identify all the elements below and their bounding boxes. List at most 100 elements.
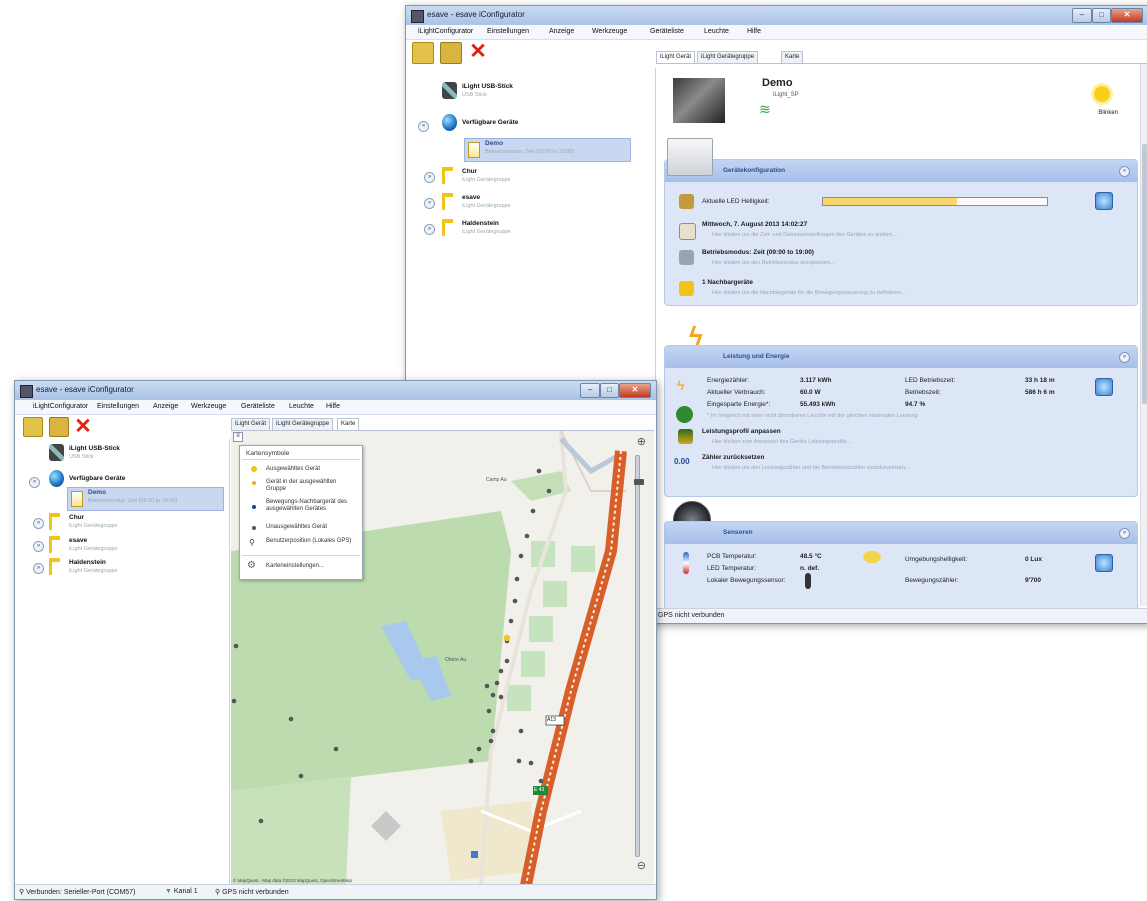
- sun-icon[interactable]: [1094, 86, 1110, 102]
- menu-ilightconfigurator[interactable]: iLightConfigurator: [33, 403, 88, 410]
- unselected-device-marker[interactable]: [498, 668, 504, 674]
- date-time-title[interactable]: Mittwoch, 7. August 2013 14:02:27: [702, 221, 807, 228]
- unselected-device-marker[interactable]: [512, 598, 518, 604]
- unselected-device-marker[interactable]: [494, 680, 500, 686]
- unselected-device-marker[interactable]: [333, 746, 339, 752]
- unselected-device-marker[interactable]: [536, 468, 542, 474]
- save-button[interactable]: [440, 42, 462, 64]
- unselected-device-marker[interactable]: [468, 758, 474, 764]
- neighbors-hint[interactable]: Hier klicken um die Nachbargeräte für di…: [712, 290, 906, 296]
- unselected-device-marker[interactable]: [231, 698, 237, 704]
- expand-icon[interactable]: »: [424, 172, 435, 183]
- menu-werkzeuge[interactable]: Werkzeuge: [191, 403, 226, 410]
- unselected-device-marker[interactable]: [504, 658, 510, 664]
- menu-ilightconfigurator[interactable]: iLightConfigurator: [418, 28, 473, 35]
- unselected-device-marker[interactable]: [298, 773, 304, 779]
- unselected-device-marker[interactable]: [508, 618, 514, 624]
- tab-ilight-geraetegruppe[interactable]: iLight Gerätegruppe: [697, 51, 759, 63]
- unselected-device-marker[interactable]: [546, 488, 552, 494]
- unselected-device-marker[interactable]: [514, 576, 520, 582]
- title-bar[interactable]: esave - esave iConfigurator – □ ✕: [406, 6, 1147, 25]
- unselected-device-marker[interactable]: [516, 758, 522, 764]
- open-folder-button[interactable]: [412, 42, 434, 64]
- unselected-device-marker[interactable]: [518, 553, 524, 559]
- section-header[interactable]: Leistung und Energie «: [665, 346, 1137, 368]
- profile-title[interactable]: Leistungsprofil anpassen: [702, 428, 781, 435]
- expand-icon[interactable]: »: [33, 518, 44, 529]
- minimize-button[interactable]: –: [1072, 8, 1092, 23]
- menu-leuchte[interactable]: Leuchte: [289, 403, 314, 410]
- tree-node-demo[interactable]: Demo Betriebsmodus: Zeit (09:00 to 19:00…: [67, 487, 224, 511]
- unselected-device-marker[interactable]: [498, 694, 504, 700]
- menu-geraeteliste[interactable]: Geräteliste: [650, 28, 684, 35]
- panel-scrollbar[interactable]: [1140, 64, 1147, 606]
- collapse-icon[interactable]: «: [1119, 352, 1130, 363]
- menu-geraeteliste[interactable]: Geräteliste: [241, 403, 275, 410]
- menu-einstellungen[interactable]: Einstellungen: [487, 28, 529, 35]
- menu-anzeige[interactable]: Anzeige: [549, 28, 574, 35]
- menu-hilfe[interactable]: Hilfe: [326, 403, 340, 410]
- mode-title[interactable]: Betriebsmodus: Zeit (09:00 to 19:00): [702, 249, 814, 256]
- menu-hilfe[interactable]: Hilfe: [747, 28, 761, 35]
- zoom-slider-track[interactable]: [635, 455, 640, 857]
- unselected-device-marker[interactable]: [484, 683, 490, 689]
- expand-icon[interactable]: »: [33, 541, 44, 552]
- collapse-icon[interactable]: «: [29, 477, 40, 488]
- blink-label[interactable]: Blinken: [1098, 110, 1118, 116]
- profile-hint[interactable]: Hier klicken zum Anpassen des Geräte Lei…: [712, 439, 851, 445]
- reset-title[interactable]: Zähler zurücksetzen: [702, 454, 765, 461]
- unselected-device-marker[interactable]: [538, 778, 544, 784]
- maximize-button[interactable]: □: [1092, 8, 1111, 23]
- save-button[interactable]: [49, 417, 69, 437]
- menu-einstellungen[interactable]: Einstellungen: [97, 403, 139, 410]
- title-bar[interactable]: esave - esave iConfigurator – □ ✕: [15, 381, 656, 400]
- scrollbar-thumb[interactable]: [1142, 144, 1147, 404]
- unselected-device-marker[interactable]: [476, 746, 482, 752]
- close-button[interactable]: ✕: [619, 383, 651, 398]
- tree-node-demo[interactable]: Demo Betriebsmodus: Zeit (09:00 to 19:00…: [464, 138, 631, 162]
- map-view[interactable]: Camp Au Obere Au A13 E 43 © MapQuest - M…: [231, 430, 654, 885]
- tab-karte[interactable]: Karte: [337, 418, 360, 430]
- date-time-hint[interactable]: Hier klicken um die Zeit- und Datumseins…: [712, 232, 897, 238]
- expand-icon[interactable]: »: [424, 198, 435, 209]
- unselected-device-marker[interactable]: [258, 818, 264, 824]
- tab-ilight-geraet[interactable]: iLight Gerät: [656, 51, 696, 63]
- unselected-device-marker[interactable]: [490, 728, 496, 734]
- delete-button[interactable]: ✕: [73, 416, 93, 437]
- maximize-button[interactable]: □: [600, 383, 619, 398]
- zoom-slider-handle[interactable]: [634, 479, 644, 485]
- close-button[interactable]: ✕: [1111, 8, 1143, 23]
- expand-icon[interactable]: »: [33, 563, 44, 574]
- map-settings-link[interactable]: Karteneinstellungen...: [266, 563, 324, 570]
- refresh-icon[interactable]: [1095, 554, 1113, 572]
- tab-ilight-geraet[interactable]: iLight Gerät: [231, 418, 271, 430]
- refresh-icon[interactable]: [1095, 378, 1113, 396]
- selected-device-marker[interactable]: [503, 634, 511, 642]
- refresh-icon[interactable]: [1095, 192, 1113, 210]
- unselected-device-marker[interactable]: [518, 728, 524, 734]
- collapse-icon[interactable]: «: [1119, 528, 1130, 539]
- tab-ilight-geraetegruppe[interactable]: iLight Gerätegruppe: [272, 418, 334, 430]
- zoom-out-icon[interactable]: ⊖: [637, 859, 646, 872]
- tab-karte[interactable]: Karte: [781, 51, 804, 63]
- menu-anzeige[interactable]: Anzeige: [153, 403, 178, 410]
- unselected-device-marker[interactable]: [530, 508, 536, 514]
- unselected-device-marker[interactable]: [490, 692, 496, 698]
- menu-leuchte[interactable]: Leuchte: [704, 28, 729, 35]
- minimize-button[interactable]: –: [580, 383, 600, 398]
- menu-werkzeuge[interactable]: Werkzeuge: [592, 28, 627, 35]
- reset-hint[interactable]: Hier klicken um den Leistungszähler und …: [712, 465, 910, 471]
- mode-hint[interactable]: Hier klicken um den Betriebsmodus anzupa…: [712, 260, 834, 266]
- delete-button[interactable]: ✕: [468, 41, 488, 62]
- legend-toggle-icon[interactable]: ≡: [233, 432, 243, 442]
- open-folder-button[interactable]: [23, 417, 43, 437]
- unselected-device-marker[interactable]: [288, 716, 294, 722]
- unselected-device-marker[interactable]: [528, 760, 534, 766]
- section-header[interactable]: Sensoren «: [665, 522, 1137, 544]
- collapse-icon[interactable]: «: [1119, 166, 1130, 177]
- unselected-device-marker[interactable]: [488, 738, 494, 744]
- unselected-device-marker[interactable]: [233, 643, 239, 649]
- unselected-device-marker[interactable]: [486, 708, 492, 714]
- zoom-in-icon[interactable]: ⊕: [637, 435, 646, 448]
- unselected-device-marker[interactable]: [524, 533, 530, 539]
